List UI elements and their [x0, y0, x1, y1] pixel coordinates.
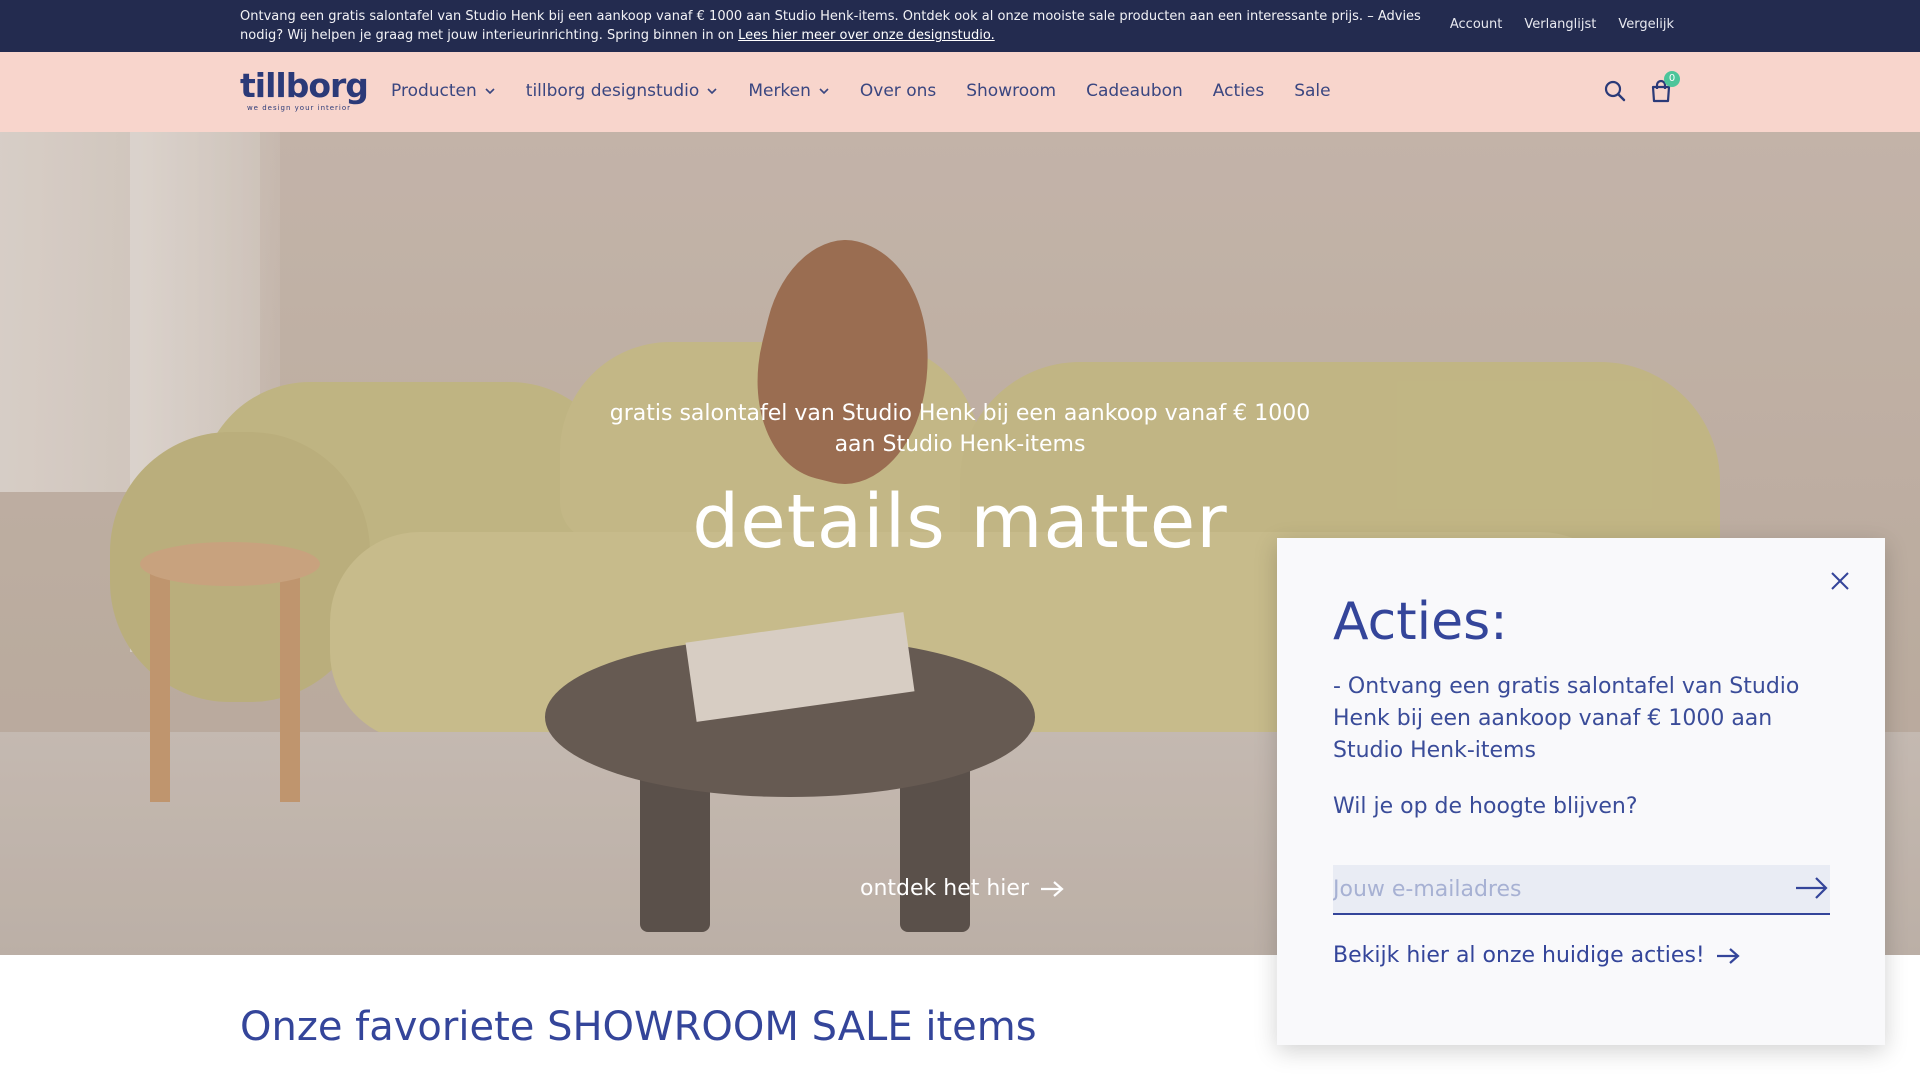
nav-item-label: Cadeaubon — [1086, 81, 1183, 101]
hero-cta-label: ontdek het hier — [860, 876, 1029, 901]
all-promotions-link[interactable]: Bekijk hier al onze huidige acties! — [1333, 943, 1741, 968]
popup-description: - Ontvang een gratis salontafel van Stud… — [1333, 674, 1800, 763]
account-link[interactable]: Account — [1450, 17, 1503, 32]
arrow-right-icon — [1796, 877, 1828, 899]
header-actions: 0 — [1602, 71, 1680, 104]
utility-links: Account Verlanglijst Vergelijk — [1450, 17, 1674, 32]
search-icon — [1604, 80, 1626, 102]
hero-subtitle: gratis salontafel van Studio Henk bij ee… — [609, 401, 1311, 457]
nav-item-over-ons[interactable]: Over ons — [860, 81, 936, 101]
nav-item-label: Producten — [391, 81, 477, 101]
all-promotions-label: Bekijk hier al onze huidige acties! — [1333, 943, 1705, 968]
arrow-right-icon — [1716, 947, 1740, 964]
cart-count-badge: 0 — [1664, 71, 1680, 87]
announcement-text-block: Ontvang een gratis salontafel van Studio… — [240, 7, 1430, 45]
announcement-bar: Ontvang een gratis salontafel van Studio… — [0, 0, 1920, 52]
main-nav: Producten tillborg designstudio Merken O… — [391, 81, 1331, 101]
chevron-down-icon — [485, 88, 495, 95]
email-submit-button[interactable] — [1794, 873, 1830, 903]
section-title: Onze favoriete SHOWROOM SALE items — [240, 1004, 1037, 1050]
popup-question: Wil je op de hoogte blijven? — [1333, 794, 1638, 819]
nav-item-cadeaubon[interactable]: Cadeaubon — [1086, 81, 1183, 101]
nav-item-producten[interactable]: Producten — [391, 81, 496, 101]
email-field[interactable] — [1333, 865, 1773, 913]
nav-item-sale[interactable]: Sale — [1294, 81, 1330, 101]
search-button[interactable] — [1602, 78, 1628, 104]
nav-item-acties[interactable]: Acties — [1213, 81, 1264, 101]
nav-item-label: Over ons — [859, 81, 937, 101]
site-header: tillborg we design your interior Product… — [0, 52, 1920, 132]
hero-cta-link[interactable]: ontdek het hier — [860, 876, 1065, 901]
chevron-down-icon — [707, 88, 717, 95]
nav-item-merken[interactable]: Merken — [748, 81, 830, 101]
nav-item-designstudio[interactable]: tillborg designstudio — [526, 81, 719, 101]
cart-button[interactable]: 0 — [1648, 71, 1680, 104]
nav-item-label: tillborg designstudio — [525, 81, 700, 101]
nav-item-showroom[interactable]: Showroom — [966, 81, 1056, 101]
logo[interactable]: tillborg we design your interior — [240, 66, 369, 113]
nav-item-label: Showroom — [966, 81, 1057, 101]
nav-item-label: Acties — [1212, 81, 1265, 101]
wishlist-link[interactable]: Verlanglijst — [1524, 17, 1596, 32]
designstudio-link[interactable]: Lees hier meer over onze designstudio. — [738, 28, 995, 43]
chevron-down-icon — [819, 88, 829, 95]
logo-tagline: we design your interior — [246, 104, 352, 112]
hero-title: details matter — [692, 479, 1228, 565]
email-field-wrapper — [1333, 865, 1830, 915]
nav-item-label: Merken — [748, 81, 811, 101]
popup-close-button[interactable] — [1827, 568, 1853, 594]
promo-popup: Acties: - Ontvang een gratis salontafel … — [1277, 538, 1885, 1045]
nav-item-label: Sale — [1294, 81, 1331, 101]
close-icon — [1831, 572, 1849, 590]
arrow-right-icon — [1041, 880, 1064, 897]
logo-wordmark: tillborg — [240, 66, 369, 105]
compare-link[interactable]: Vergelijk — [1618, 17, 1674, 32]
popup-title: Acties: — [1333, 592, 1508, 652]
